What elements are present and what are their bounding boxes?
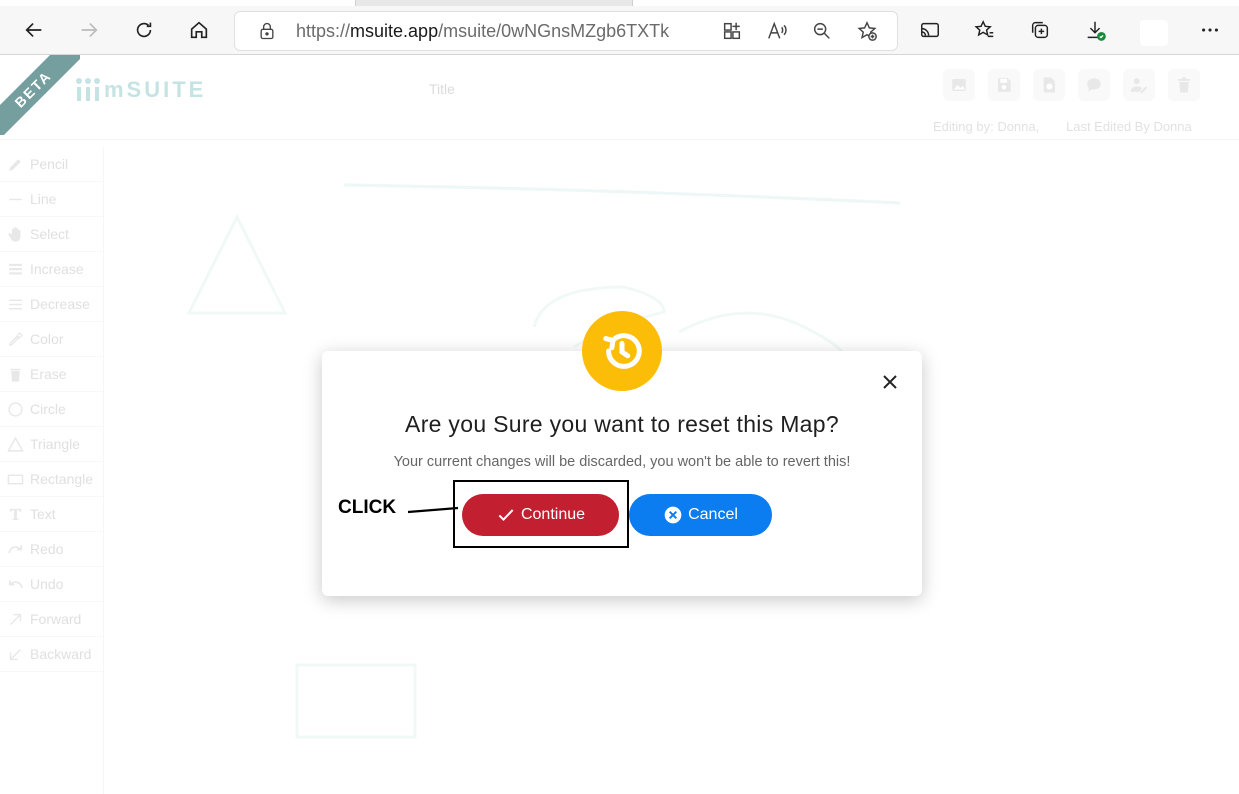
home-icon[interactable] — [181, 12, 217, 48]
url-host: msuite.app — [350, 21, 439, 41]
add-favorite-icon[interactable] — [856, 20, 878, 42]
url-path: /msuite/0wNGnsMZgb6TXTk — [438, 21, 670, 41]
cancel-circle-icon — [663, 505, 683, 525]
lock-icon[interactable] — [257, 21, 277, 41]
read-aloud-icon[interactable] — [766, 20, 788, 42]
browser-toolbar: https://msuite.app/msuite/0wNGnsMZgb6TXT… — [0, 6, 1239, 55]
click-highlight-box — [453, 480, 629, 548]
forward-arrow-icon[interactable] — [71, 12, 107, 48]
close-icon[interactable] — [878, 370, 902, 394]
collections-icon[interactable] — [1022, 12, 1058, 48]
back-arrow-icon[interactable] — [16, 12, 52, 48]
refresh-icon[interactable] — [126, 12, 162, 48]
annotation-pointer-line — [408, 506, 458, 514]
profile-button[interactable] — [1140, 20, 1168, 46]
zoom-out-icon[interactable] — [811, 20, 833, 42]
favorites-icon[interactable] — [967, 12, 1003, 48]
cancel-button[interactable]: Cancel — [629, 494, 772, 536]
url-text[interactable]: https://msuite.app/msuite/0wNGnsMZgb6TXT… — [296, 21, 669, 42]
history-icon — [582, 311, 662, 391]
dialog-title: Are you Sure you want to reset this Map? — [405, 411, 839, 437]
address-bar[interactable]: https://msuite.app/msuite/0wNGnsMZgb6TXT… — [234, 11, 898, 51]
cast-icon[interactable] — [912, 12, 948, 48]
downloads-icon[interactable] — [1077, 12, 1113, 48]
more-icon[interactable] — [1192, 12, 1228, 48]
apps-icon[interactable] — [721, 20, 743, 42]
click-annotation-label: CLICK — [338, 497, 397, 518]
dialog-message: Your current changes will be discarded, … — [393, 454, 851, 470]
cancel-label: Cancel — [688, 506, 738, 523]
